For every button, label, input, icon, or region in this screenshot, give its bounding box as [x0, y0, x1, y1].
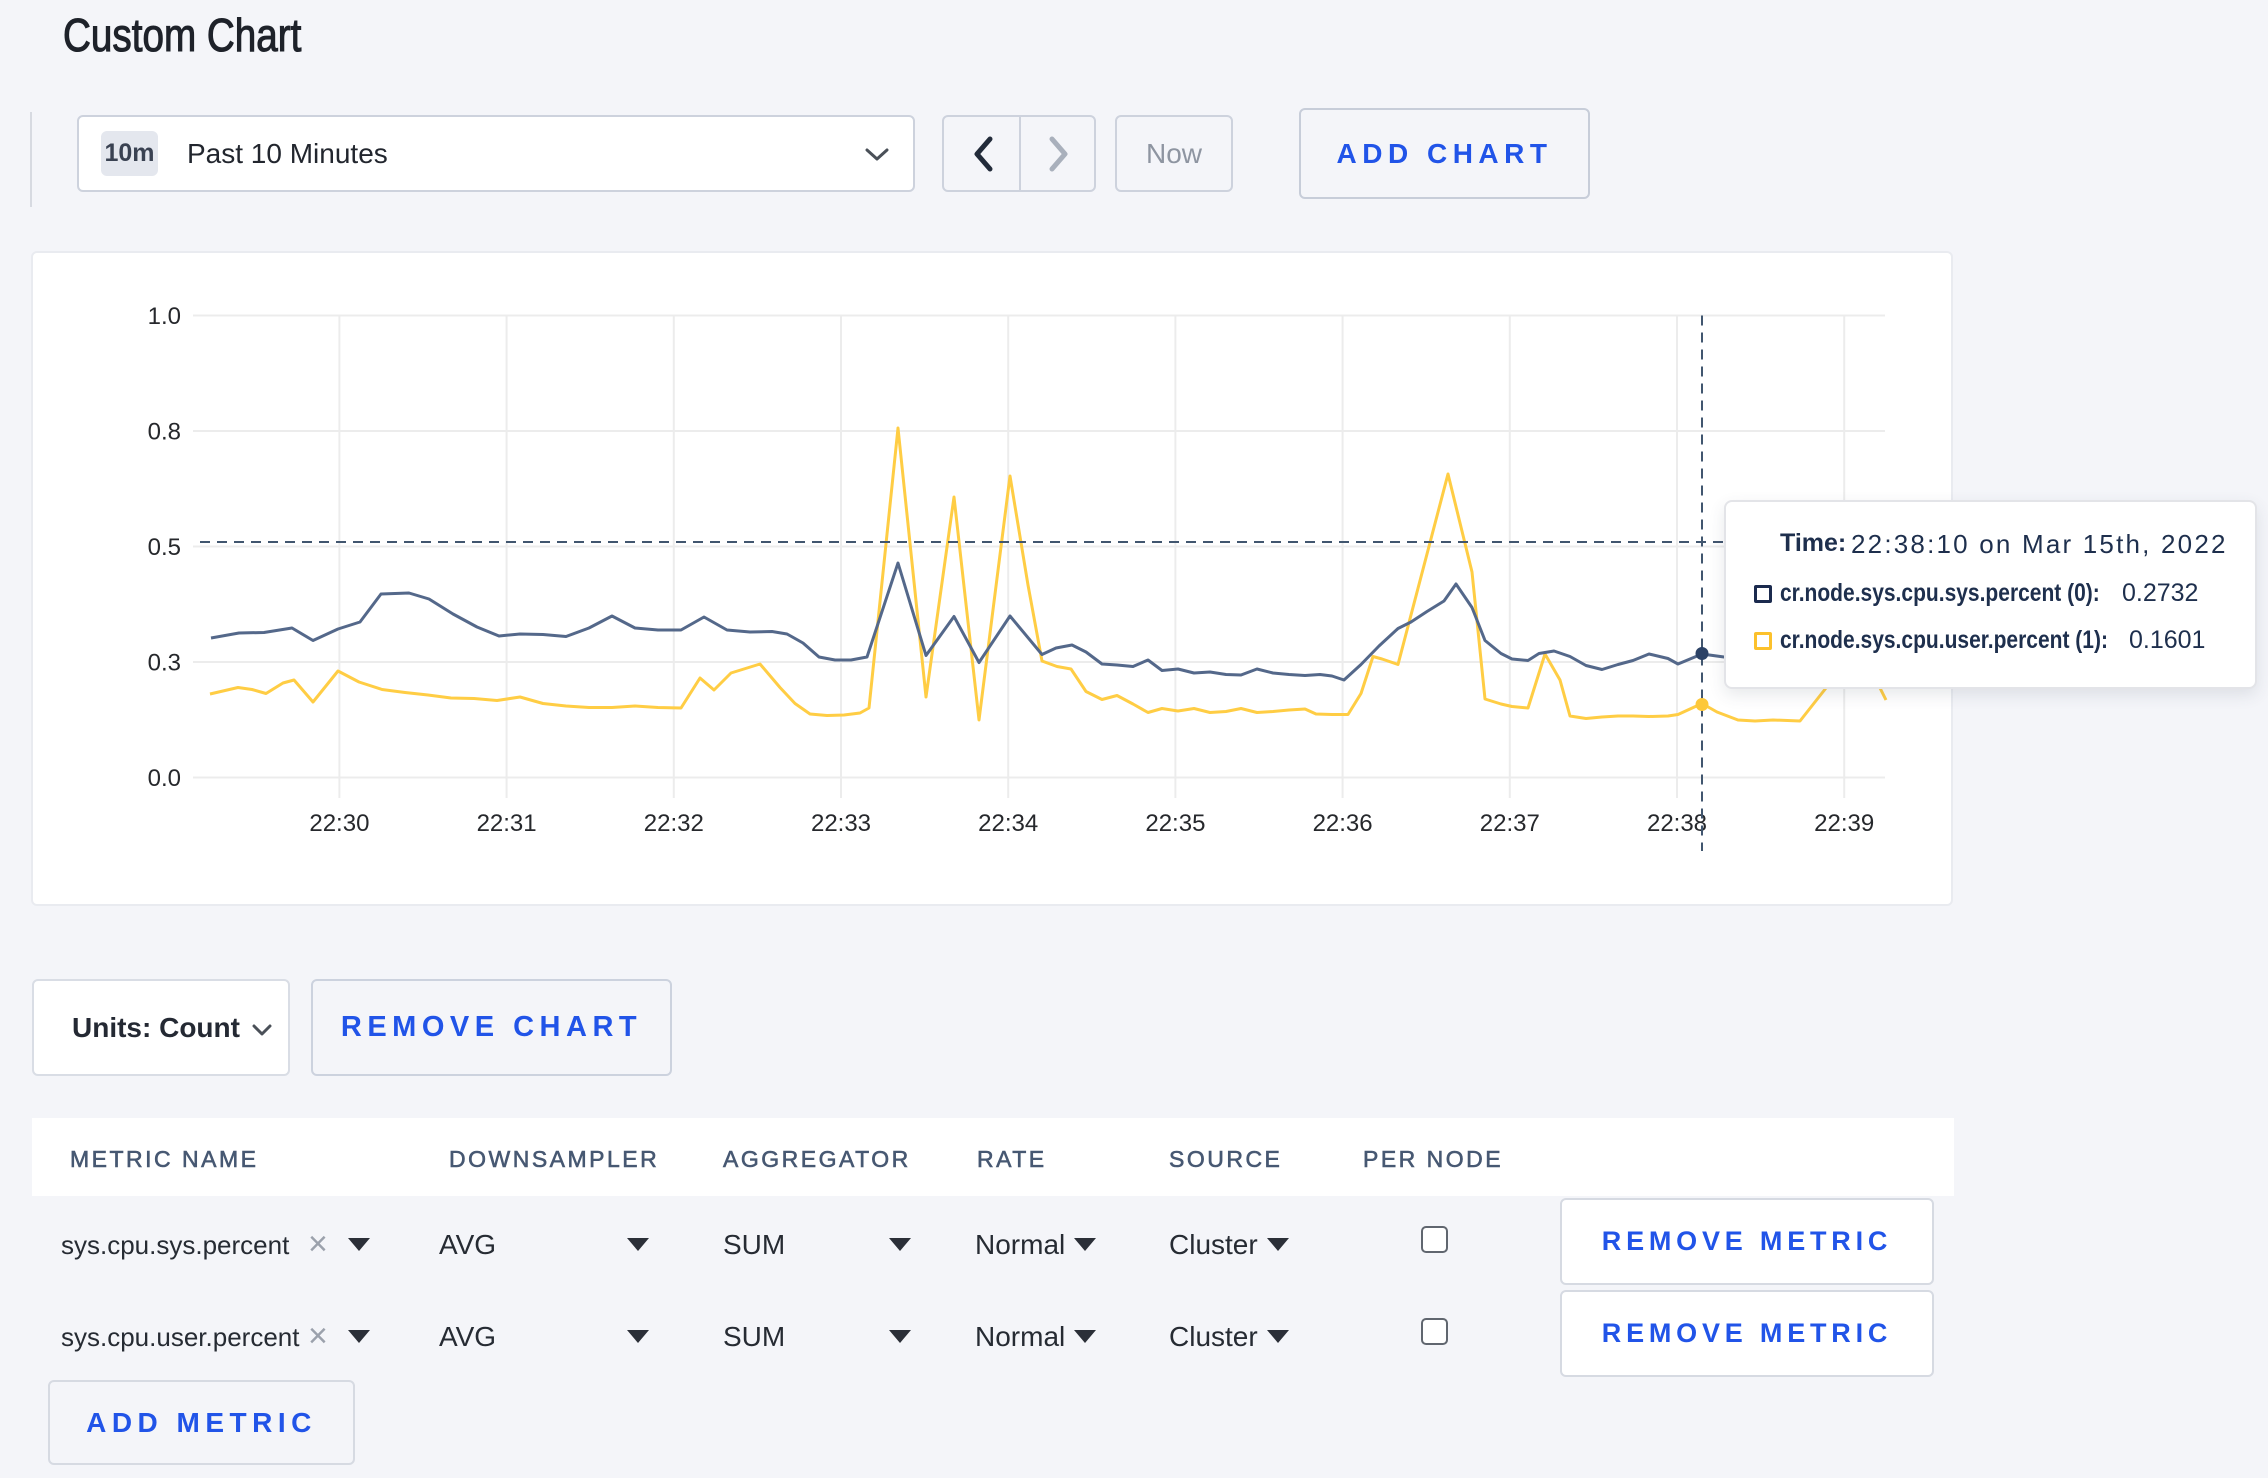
svg-text:22:30: 22:30	[309, 810, 369, 837]
svg-text:0.5: 0.5	[148, 534, 181, 561]
svg-text:1.0: 1.0	[148, 303, 181, 330]
svg-text:0.0: 0.0	[148, 765, 181, 792]
svg-text:22:37: 22:37	[1480, 810, 1540, 837]
svg-text:22:39: 22:39	[1814, 810, 1874, 837]
svg-text:22:31: 22:31	[477, 810, 537, 837]
svg-text:22:35: 22:35	[1145, 810, 1205, 837]
svg-text:0.3: 0.3	[148, 650, 181, 677]
svg-text:22:36: 22:36	[1313, 810, 1373, 837]
svg-text:22:34: 22:34	[978, 810, 1038, 837]
svg-text:22:33: 22:33	[811, 810, 871, 837]
svg-text:22:32: 22:32	[644, 810, 704, 837]
svg-text:22:38: 22:38	[1647, 810, 1707, 837]
svg-text:0.8: 0.8	[148, 419, 181, 446]
